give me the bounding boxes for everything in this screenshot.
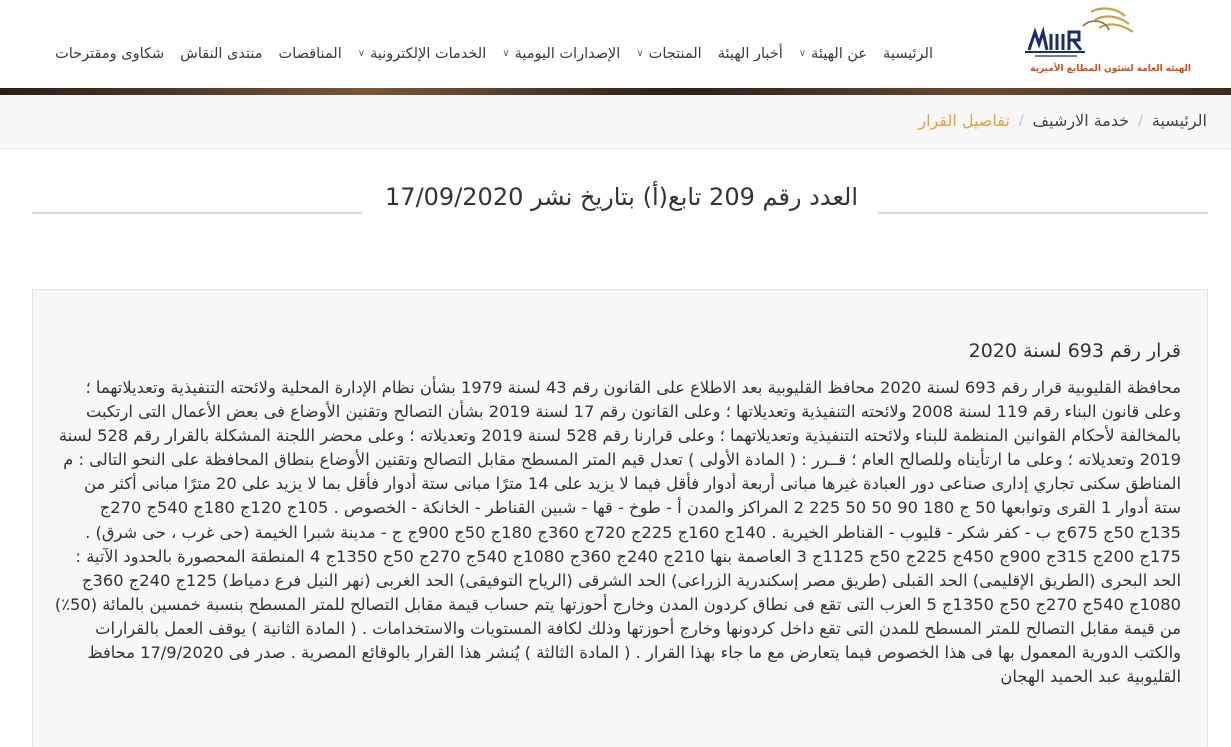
nav-label: أخبار الهيئة <box>717 46 783 62</box>
breadcrumb-archive-service[interactable]: خدمة الارشيف <box>1033 111 1130 130</box>
nav-e-services[interactable]: الخدمات الإلكترونية ∨ <box>358 46 486 62</box>
nav-label: الإصدارات اليومية <box>514 46 621 62</box>
logo-emblem-icon <box>1025 7 1134 57</box>
nav-complaints[interactable]: شكاوى ومقترحات <box>55 46 164 62</box>
decision-panel: قرار رقم 693 لسنة 2020 محافظة القليوبية … <box>32 289 1208 747</box>
nav-forum[interactable]: منتدى النقاش <box>180 46 262 62</box>
nav-home[interactable]: الرئيسية <box>883 46 933 62</box>
decision-title: قرار رقم 693 لسنة 2020 <box>968 340 1181 362</box>
chevron-down-icon: ∨ <box>798 47 807 59</box>
nav-about[interactable]: عن الهيئة ∨ <box>799 46 867 62</box>
site-header: الهيئة العامة لشئون المطابع الأميرية الر… <box>0 0 1231 88</box>
breadcrumb-home[interactable]: الرئيسية <box>1152 111 1207 130</box>
decision-body: محافظة القليوبية قرار رقم 693 لسنة 2020 … <box>54 378 1181 687</box>
chevron-down-icon: ∨ <box>636 47 644 59</box>
nav-news[interactable]: أخبار الهيئة <box>718 46 783 62</box>
breadcrumb: الرئيسية / خدمة الارشيف / تفاصيل القرار <box>918 111 1207 130</box>
heading-divider-left <box>32 212 362 214</box>
nav-label: المناقصات <box>278 46 342 62</box>
heading-divider-right <box>878 212 1208 214</box>
breadcrumb-bar: الرئيسية / خدمة الارشيف / تفاصيل القرار <box>0 95 1231 149</box>
issue-title: العدد رقم 209 تابع(أ) بتاريخ نشر 17/09/2… <box>385 183 858 211</box>
site-logo[interactable]: الهيئة العامة لشئون المطابع الأميرية <box>1018 4 1213 84</box>
chevron-down-icon: ∨ <box>502 47 510 59</box>
main-nav: الرئيسية عن الهيئة ∨ أخبار الهيئة المنتجا… <box>39 42 933 66</box>
nav-label: منتدى النقاش <box>180 46 263 62</box>
breadcrumb-separator: / <box>1018 112 1024 129</box>
breadcrumb-decision-details: تفاصيل القرار <box>918 111 1010 130</box>
nav-daily-publications[interactable]: الإصدارات اليومية ∨ <box>502 46 620 62</box>
banner-strip <box>0 88 1231 95</box>
logo-tagline: الهيئة العامة لشئون المطابع الأميرية <box>1030 64 1191 74</box>
nav-label: المنتجات <box>648 46 702 62</box>
nav-label: الرئيسية <box>883 46 933 62</box>
nav-tenders[interactable]: المناقصات <box>279 46 342 62</box>
nav-label: الخدمات الإلكترونية <box>370 46 487 62</box>
nav-label: عن الهيئة <box>811 46 868 62</box>
nav-label: شكاوى ومقترحات <box>55 46 165 62</box>
chevron-down-icon: ∨ <box>357 47 366 59</box>
breadcrumb-separator: / <box>1138 112 1143 129</box>
nav-products[interactable]: المنتجات ∨ <box>636 46 701 62</box>
issue-heading: العدد رقم 209 تابع(أ) بتاريخ نشر 17/09/2… <box>32 183 1208 217</box>
